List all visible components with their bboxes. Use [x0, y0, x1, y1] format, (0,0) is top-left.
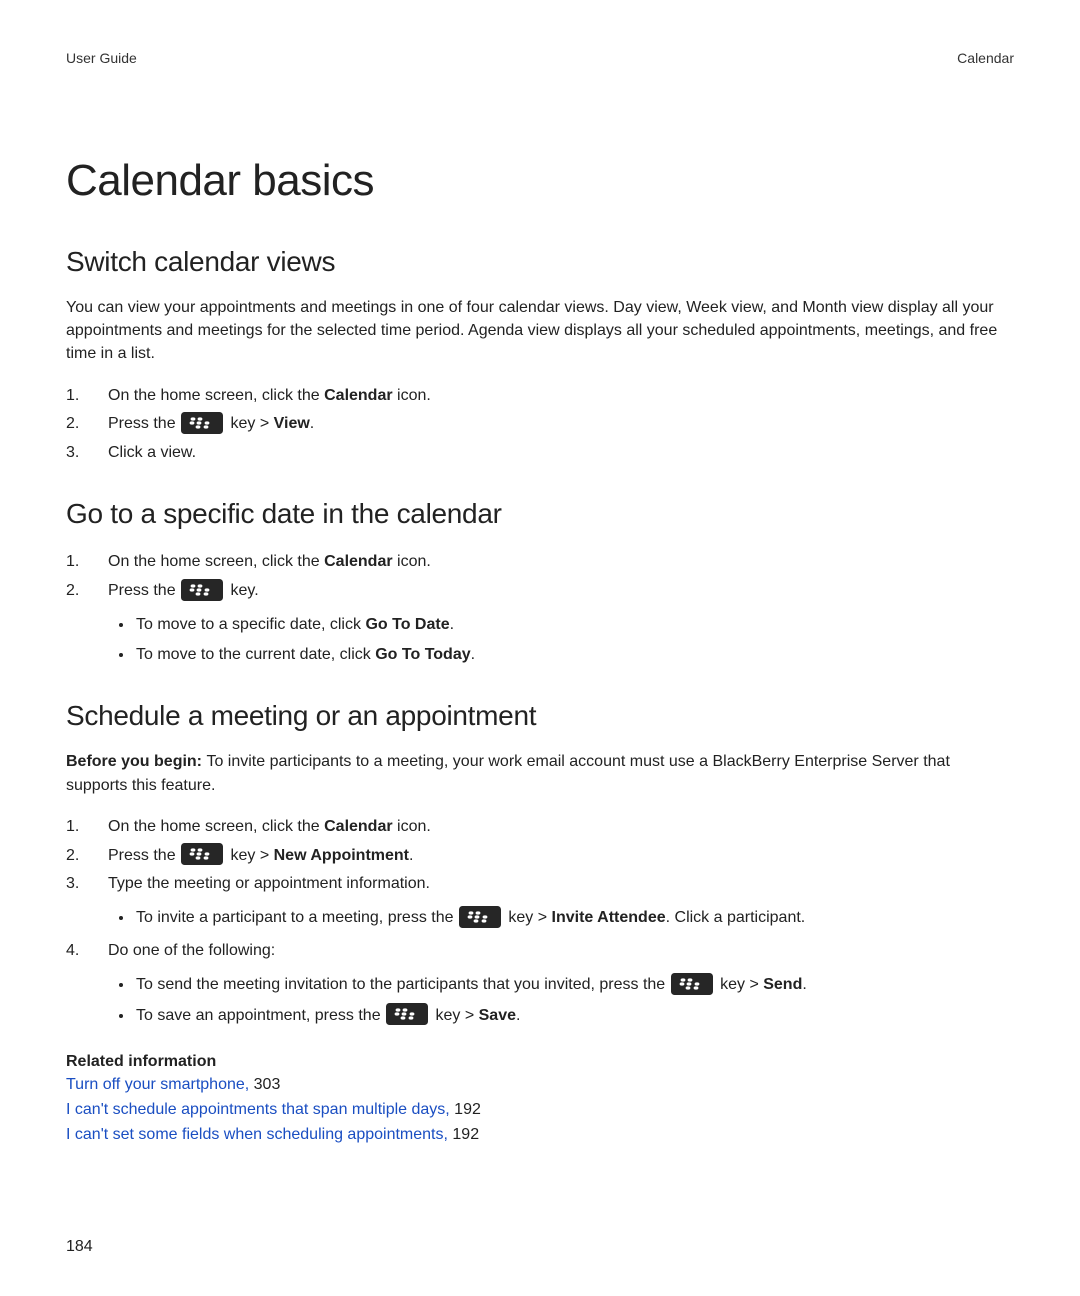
bold-term: New Appointment: [274, 847, 409, 864]
step-text: key >: [226, 847, 274, 864]
step: On the home screen, click the Calendar i…: [66, 548, 1014, 577]
step-text: icon.: [393, 387, 431, 404]
step-text: To send the meeting invitation to the pa…: [136, 976, 670, 993]
step-text: .: [450, 616, 454, 633]
bold-term: Send: [763, 976, 802, 993]
step-text: Press the: [108, 847, 180, 864]
blackberry-key-icon: [459, 906, 501, 928]
step: Do one of the following: To send the mee…: [66, 937, 1014, 1031]
bold-term: Calendar: [324, 818, 392, 835]
section-heading-schedule: Schedule a meeting or an appointment: [66, 700, 1014, 732]
related-item: Turn off your smartphone, 303: [66, 1073, 1014, 1098]
step-text: key.: [226, 582, 259, 599]
related-title: Related information: [66, 1053, 1014, 1071]
related-page: 192: [454, 1101, 481, 1118]
bold-term: View: [274, 415, 310, 432]
step-text: To invite a participant to a meeting, pr…: [136, 909, 458, 926]
before-you-begin: Before you begin: To invite participants…: [66, 750, 1014, 796]
step-text: key >: [431, 1007, 479, 1024]
related-page: 192: [452, 1126, 479, 1143]
page-title: Calendar basics: [66, 156, 1014, 206]
substeps: To move to a specific date, click Go To …: [108, 610, 1014, 671]
substeps: To invite a participant to a meeting, pr…: [108, 903, 1014, 933]
step: On the home screen, click the Calendar i…: [66, 813, 1014, 842]
page: User Guide Calendar Calendar basics Swit…: [0, 0, 1080, 1296]
substep: To move to a specific date, click Go To …: [134, 610, 1014, 640]
step-text: Type the meeting or appointment informat…: [108, 875, 430, 892]
step-text: Press the: [108, 415, 180, 432]
substep: To save an appointment, press the key > …: [134, 1001, 1014, 1031]
bold-term: Calendar: [324, 553, 392, 570]
step-text: On the home screen, click the: [108, 553, 324, 570]
substep: To move to the current date, click Go To…: [134, 640, 1014, 670]
step-text: key >: [716, 976, 764, 993]
step-text: . Click a participant.: [666, 909, 806, 926]
step: Press the key. To move to a specific dat…: [66, 577, 1014, 671]
step: Press the key > View.: [66, 410, 1014, 439]
step-text: To save an appointment, press the: [136, 1007, 385, 1024]
step-text: On the home screen, click the: [108, 818, 324, 835]
label: Before you begin:: [66, 753, 206, 770]
section-heading-switch-views: Switch calendar views: [66, 246, 1014, 278]
substep: To send the meeting invitation to the pa…: [134, 970, 1014, 1000]
related-link[interactable]: Turn off your smartphone,: [66, 1076, 254, 1093]
step-text: key >: [504, 909, 552, 926]
header-right: Calendar: [957, 50, 1014, 66]
step-text: .: [471, 646, 475, 663]
related-page: 303: [254, 1076, 281, 1093]
bold-term: Go To Today: [375, 646, 470, 663]
blackberry-key-icon: [181, 412, 223, 434]
step: On the home screen, click the Calendar i…: [66, 382, 1014, 411]
steps-schedule: On the home screen, click the Calendar i…: [66, 813, 1014, 1031]
page-number: 184: [66, 1238, 93, 1256]
bold-term: Save: [479, 1007, 516, 1024]
step-text: .: [802, 976, 806, 993]
step-text: .: [516, 1007, 520, 1024]
step-text: On the home screen, click the: [108, 387, 324, 404]
related-information: Related information Turn off your smartp…: [66, 1053, 1014, 1147]
step-text: Do one of the following:: [108, 942, 275, 959]
page-header: User Guide Calendar: [66, 50, 1014, 66]
step-text: icon.: [393, 553, 431, 570]
header-left: User Guide: [66, 50, 137, 66]
blackberry-key-icon: [181, 843, 223, 865]
bold-term: Invite Attendee: [552, 909, 666, 926]
step: Press the key > New Appointment.: [66, 842, 1014, 871]
substeps: To send the meeting invitation to the pa…: [108, 970, 1014, 1031]
step: Click a view.: [66, 439, 1014, 468]
bold-term: Go To Date: [365, 616, 449, 633]
step-text: To move to a specific date, click: [136, 616, 365, 633]
section-heading-goto-date: Go to a specific date in the calendar: [66, 498, 1014, 530]
substep: To invite a participant to a meeting, pr…: [134, 903, 1014, 933]
blackberry-key-icon: [386, 1003, 428, 1025]
steps-goto-date: On the home screen, click the Calendar i…: [66, 548, 1014, 670]
related-link[interactable]: I can't schedule appointments that span …: [66, 1101, 454, 1118]
bold-term: Calendar: [324, 387, 392, 404]
related-link[interactable]: I can't set some fields when scheduling …: [66, 1126, 452, 1143]
step-text: To move to the current date, click: [136, 646, 375, 663]
related-item: I can't schedule appointments that span …: [66, 1098, 1014, 1123]
step-text: icon.: [393, 818, 431, 835]
step-text: .: [409, 847, 413, 864]
blackberry-key-icon: [671, 973, 713, 995]
step-text: Press the: [108, 582, 180, 599]
section-intro: You can view your appointments and meeti…: [66, 296, 1014, 366]
step: Type the meeting or appointment informat…: [66, 870, 1014, 933]
step-text: Click a view.: [108, 444, 196, 461]
blackberry-key-icon: [181, 579, 223, 601]
steps-switch-views: On the home screen, click the Calendar i…: [66, 382, 1014, 468]
related-item: I can't set some fields when scheduling …: [66, 1123, 1014, 1148]
step-text: .: [310, 415, 314, 432]
step-text: key >: [226, 415, 274, 432]
